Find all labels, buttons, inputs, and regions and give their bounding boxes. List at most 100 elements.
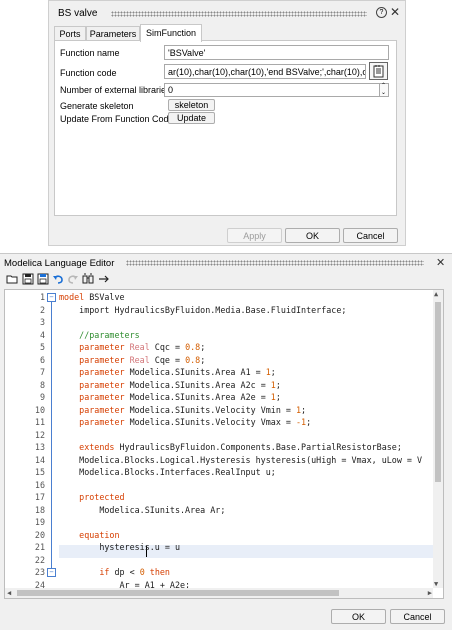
editor-ok-button[interactable]: OK (331, 609, 386, 624)
code-token: then (144, 567, 170, 577)
line-number: 16 (34, 479, 45, 490)
code-line[interactable]: hysteresis.u = u (59, 541, 180, 554)
code-line[interactable]: parameter Real Cqe = 0.8; (59, 354, 205, 367)
find-icon[interactable] (82, 273, 94, 285)
line-number: 13 (34, 442, 45, 452)
scroll-left-icon[interactable]: ◀ (7, 589, 11, 597)
editor-title: Modelica Language Editor (4, 258, 115, 269)
open-folder-icon[interactable] (6, 273, 18, 285)
modelica-editor-window: Modelica Language Editor ✕ − − 1 model B… (0, 253, 452, 630)
code-token: Modelica.Blocks.Logical.Hysteresis hyste… (59, 454, 423, 465)
code-token: Modelica.SIunits.Area A1 = (129, 367, 266, 377)
vertical-scrollbar[interactable]: ▲ ▼ (433, 290, 443, 588)
editor-cancel-button[interactable]: Cancel (390, 609, 445, 624)
tab-parameters[interactable]: Parameters (86, 26, 140, 41)
code-line[interactable]: protected (59, 491, 124, 504)
code-token: if (59, 567, 115, 577)
code-token: ; (306, 417, 312, 427)
goto-arrow-icon[interactable] (98, 273, 110, 285)
code-token: parameter (59, 417, 130, 427)
spin-down-icon[interactable]: ⌄ (381, 89, 386, 96)
scroll-down-icon[interactable]: ▼ (434, 580, 438, 588)
line-number: 20 (34, 529, 45, 540)
code-line[interactable]: import HydraulicsByFluidon.Media.Base.Fl… (59, 304, 346, 317)
editor-close-icon[interactable]: ✕ (436, 256, 445, 269)
code-line[interactable]: equation (59, 529, 120, 542)
code-line[interactable]: extends HydraulicsByFluidon.Components.B… (59, 441, 402, 454)
help-icon[interactable]: ? (376, 7, 387, 18)
tab-ports-label: Ports (59, 29, 81, 39)
redo-icon[interactable] (67, 273, 79, 285)
code-editor-button[interactable] (369, 62, 388, 80)
function-code-label: Function code (60, 68, 117, 78)
code-token: equation (59, 529, 120, 540)
code-line[interactable]: Modelica.SIunits.Area Ar; (59, 504, 225, 517)
code-line[interactable]: model BSValve (59, 291, 125, 304)
line-number: 22 (34, 554, 45, 565)
tab-ports[interactable]: Ports (54, 26, 86, 41)
undo-icon[interactable] (52, 273, 64, 285)
code-token: parameter (59, 379, 130, 390)
code-token: Modelica.SIunits.Velocity Vmax = (129, 417, 296, 427)
code-line[interactable]: parameter Modelica.SIunits.Area A1 = 1; (59, 366, 276, 379)
scroll-up-icon[interactable]: ▲ (434, 290, 438, 298)
code-line[interactable]: parameter Modelica.SIunits.Area A2e = 1; (59, 391, 281, 404)
code-token: //parameters (59, 329, 140, 340)
line-number: 12 (34, 429, 45, 440)
code-token: ; (200, 342, 206, 352)
scroll-right-icon[interactable]: ▶ (428, 589, 432, 597)
horizontal-scrollbar[interactable]: ◀ ▶ (5, 588, 433, 598)
save-icon[interactable] (22, 273, 34, 285)
spin-up-icon[interactable]: ⌃ (381, 82, 386, 89)
save-as-icon[interactable] (37, 273, 49, 285)
line-number: 15 (34, 467, 45, 477)
code-editor[interactable]: − − 1 model BSValve 2 import HydraulicsByF… (4, 289, 444, 599)
code-line[interactable]: Modelica.Blocks.Logical.Hysteresis hyste… (59, 454, 422, 467)
ext-libs-spin-buttons[interactable]: ⌃ ⌄ (380, 83, 389, 97)
editor-toolbar (4, 273, 164, 287)
skeleton-button[interactable]: skeleton (168, 99, 215, 111)
code-line[interactable]: if dp < 0 then (59, 566, 170, 579)
code-token: parameter (59, 404, 130, 415)
code-line[interactable]: Modelica.Blocks.Interfaces.RealInput u; (59, 466, 276, 479)
code-token: 0.8 (185, 354, 201, 365)
code-token: Modelica.SIunits.Area A2e = (129, 392, 271, 402)
horizontal-scroll-thumb[interactable] (17, 590, 339, 596)
line-number: 9 (39, 392, 45, 402)
code-token: Cqe = (149, 354, 186, 365)
code-token: ; (301, 404, 307, 415)
code-token: ; (275, 379, 281, 390)
function-code-input[interactable]: ar(10),char(10),char(10),'end BSValve;',… (164, 64, 366, 79)
code-token: import HydraulicsByFluidon.Media.Base.Fl… (59, 304, 347, 315)
cancel-button[interactable]: Cancel (343, 228, 398, 243)
line-number: 19 (34, 517, 45, 527)
code-token: ; (200, 354, 206, 365)
tab-simfunction[interactable]: SimFunction (140, 24, 202, 42)
ext-libs-spinbox[interactable]: 0 (164, 83, 380, 97)
dialog-titlebar[interactable]: BS valve ? ✕ (49, 1, 405, 25)
update-button[interactable]: Update (168, 112, 215, 124)
code-line[interactable]: parameter Modelica.SIunits.Velocity Vmin… (59, 404, 306, 417)
skeleton-label: Generate skeleton (60, 101, 134, 111)
line-number: 23 (34, 567, 45, 577)
vertical-scroll-thumb[interactable] (435, 302, 441, 482)
code-token: Modelica.Blocks.Interfaces.RealInput u; (59, 467, 276, 477)
line-number: 1 (39, 292, 45, 302)
code-line[interactable]: parameter Modelica.SIunits.Area A2c = 1; (59, 379, 281, 392)
line-number: 2 (39, 304, 45, 315)
code-token: Real (129, 354, 150, 365)
code-token: dp < (114, 567, 140, 577)
apply-button[interactable]: Apply (227, 228, 282, 243)
line-number: 18 (34, 504, 45, 515)
close-icon[interactable]: ✕ (390, 5, 400, 19)
code-line[interactable]: parameter Real Cqc = 0.8; (59, 341, 205, 354)
code-line[interactable]: parameter Modelica.SIunits.Velocity Vmax… (59, 416, 311, 429)
line-number: 4 (39, 329, 45, 340)
editor-titlebar[interactable]: Modelica Language Editor ✕ (0, 254, 452, 270)
ok-button[interactable]: OK (285, 228, 340, 243)
function-name-input[interactable]: 'BSValve' (164, 45, 389, 60)
code-line[interactable]: //parameters (59, 329, 140, 342)
update-label: Update From Function Code (60, 114, 174, 124)
line-number: 10 (34, 404, 45, 415)
code-token: 0.8 (185, 342, 201, 352)
